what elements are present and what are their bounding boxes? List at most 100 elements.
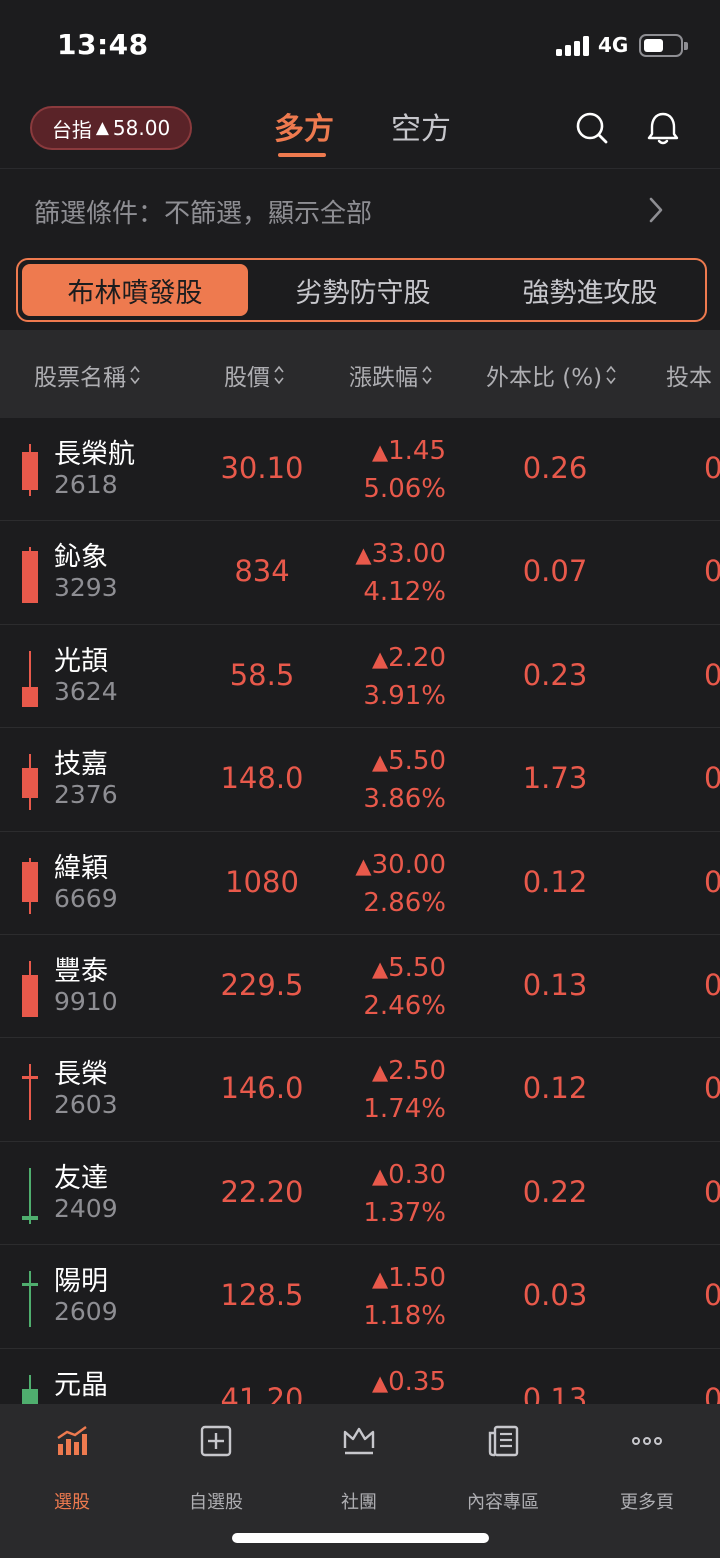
segment-bollinger[interactable]: 布林噴發股 xyxy=(22,264,248,316)
nav-more[interactable]: 更多頁 xyxy=(592,1424,702,1513)
stock-change: ▲0.30 1.37% xyxy=(363,1157,446,1232)
change-percent: 3.86% xyxy=(363,784,446,815)
change-percent: 5.06% xyxy=(363,474,446,504)
stock-name: 技嘉 xyxy=(54,749,108,781)
stock-code: 6669 xyxy=(54,883,118,913)
crown-icon xyxy=(343,1427,375,1455)
stock-code: 9910 xyxy=(54,987,118,1016)
nav-label-watchlist: 自選股 xyxy=(189,1492,243,1513)
index-name: 台指 xyxy=(51,117,92,142)
nav-stock-picker[interactable]: 選股 xyxy=(17,1424,127,1513)
trust-ratio: 0 xyxy=(704,451,720,485)
stock-name: 鈊象 xyxy=(54,542,108,574)
col-price[interactable]: 股價 xyxy=(224,358,285,392)
stock-code: 2603 xyxy=(54,1090,118,1120)
stock-change: ▲2.20 3.91% xyxy=(363,640,446,715)
up-arrow-icon: ▲ xyxy=(371,440,389,464)
foreign-ratio: 0.03 xyxy=(522,1278,588,1313)
nav-label-content: 內容專區 xyxy=(467,1492,539,1513)
sort-icon xyxy=(421,363,433,387)
stock-row[interactable]: 元晶 41.20 ▲0.35 0.13 0 xyxy=(0,1349,720,1404)
col-foreign-ratio[interactable]: 外本比 (%) xyxy=(486,358,617,392)
tab-short[interactable]: 空方 xyxy=(391,104,451,148)
plus-square-icon xyxy=(200,1425,232,1457)
stock-change: ▲5.50 3.86% xyxy=(363,743,446,818)
stock-name: 元晶 xyxy=(54,1369,108,1401)
trust-ratio: 0 xyxy=(704,1174,720,1209)
stock-change: ▲1.45 5.06% xyxy=(363,433,446,508)
stock-change: ▲33.00 4.12% xyxy=(355,536,446,611)
sort-icon xyxy=(273,363,285,387)
stock-change: ▲5.50 2.46% xyxy=(363,950,446,1025)
stock-change: ▲1.50 1.18% xyxy=(363,1260,446,1335)
stock-price: 22.20 xyxy=(220,1174,304,1209)
col-change[interactable]: 漲跌幅 xyxy=(349,358,433,392)
stock-row[interactable]: 友達 2409 22.20 ▲0.30 1.37% 0.22 0 xyxy=(0,1142,720,1246)
nav-watchlist[interactable]: 自選股 xyxy=(161,1424,271,1513)
segment-defensive[interactable]: 劣勢防守股 xyxy=(250,264,476,316)
stock-price: 128.5 xyxy=(220,1278,304,1313)
col-trust-ratio[interactable]: 投本 xyxy=(666,358,712,392)
sort-icon xyxy=(129,363,141,387)
change-amount: 33.00 xyxy=(371,539,446,570)
change-percent: 3.91% xyxy=(363,680,446,711)
app-screen: 13:48 4G 台指 ▲ 58.00 多方 空方 篩選條件：不篩選，顯示全部 xyxy=(0,0,720,1558)
index-up-arrow: ▲ xyxy=(95,118,109,138)
stock-code: 2376 xyxy=(54,780,118,810)
strategy-segment: 布林噴發股 劣勢防守股 強勢進攻股 xyxy=(16,258,707,322)
trust-ratio: 0 xyxy=(704,968,720,1002)
trust-ratio: 0 xyxy=(704,761,720,796)
trust-ratio: 0 xyxy=(704,864,720,899)
index-badge[interactable]: 台指 ▲ 58.00 xyxy=(30,106,192,150)
search-icon[interactable] xyxy=(572,108,612,148)
col-stock-name[interactable]: 股票名稱 xyxy=(34,358,141,392)
foreign-ratio: 0.13 xyxy=(522,1381,588,1404)
change-amount: 2.50 xyxy=(388,1056,446,1087)
stock-code: 2609 xyxy=(54,1297,118,1327)
tab-long[interactable]: 多方 xyxy=(274,104,334,148)
stock-name: 長榮航 xyxy=(54,439,135,470)
stock-price: 30.10 xyxy=(220,451,304,485)
bell-icon[interactable] xyxy=(643,108,683,148)
segment-aggressive[interactable]: 強勢進攻股 xyxy=(477,264,703,316)
up-arrow-icon: ▲ xyxy=(371,750,389,775)
stock-name: 緯穎 xyxy=(54,852,108,884)
nav-content[interactable]: 內容專區 xyxy=(448,1424,558,1513)
nav-community[interactable]: 社團 xyxy=(304,1424,414,1513)
up-arrow-icon: ▲ xyxy=(371,1163,389,1188)
more-dots-icon xyxy=(632,1437,662,1445)
stock-row[interactable]: 緯穎 6669 1080 ▲30.00 2.86% 0.12 0 xyxy=(0,832,720,935)
up-arrow-icon: ▲ xyxy=(355,543,372,568)
stock-name: 陽明 xyxy=(54,1266,108,1298)
filter-row[interactable]: 篩選條件：不篩選，顯示全部 xyxy=(0,168,720,250)
stock-row[interactable]: 豐泰 9910 229.5 ▲5.50 2.46% 0.13 0 xyxy=(0,935,720,1039)
stock-code: 3293 xyxy=(54,573,118,603)
change-amount: 0.30 xyxy=(388,1159,446,1190)
signal-icon xyxy=(556,36,590,56)
change-amount: 5.50 xyxy=(388,953,446,983)
stock-row[interactable]: 長榮航 2618 30.10 ▲1.45 5.06% 0.26 0 xyxy=(0,418,720,522)
stock-name: 友達 xyxy=(54,1162,108,1194)
network-type: 4G xyxy=(598,33,629,57)
top-header: 台指 ▲ 58.00 多方 空方 xyxy=(0,92,720,168)
up-arrow-icon: ▲ xyxy=(371,1370,389,1395)
stock-row[interactable]: 長榮 2603 146.0 ▲2.50 1.74% 0.12 0 xyxy=(0,1038,720,1142)
change-percent: 1.18% xyxy=(363,1301,446,1332)
index-value: 58.00 xyxy=(112,116,171,140)
stock-change: ▲0.35 xyxy=(372,1364,446,1402)
stock-name: 長榮 xyxy=(54,1059,108,1091)
stock-row[interactable]: 技嘉 2376 148.0 ▲5.50 3.86% 1.73 0 xyxy=(0,728,720,832)
newspaper-icon xyxy=(488,1425,519,1457)
nav-label-more: 更多頁 xyxy=(620,1492,674,1513)
change-amount: 0.35 xyxy=(388,1366,446,1397)
stock-price: 148.0 xyxy=(220,761,304,796)
stock-list: 長榮航 2618 30.10 ▲1.45 5.06% 0.26 0 鈊象 3293 834 ▲33.… xyxy=(0,418,720,1404)
stock-row[interactable]: 鈊象 3293 834 ▲33.00 4.12% 0.07 0 xyxy=(0,521,720,625)
foreign-ratio: 0.23 xyxy=(522,657,588,692)
table-header: 股票名稱 股價 漲跌幅 外本比 (%) 投本 xyxy=(0,330,720,418)
stock-row[interactable]: 陽明 2609 128.5 ▲1.50 1.18% 0.03 0 xyxy=(0,1245,720,1349)
stock-row[interactable]: 光頡 3624 58.5 ▲2.20 3.91% 0.23 0 xyxy=(0,625,720,729)
stock-price: 146.0 xyxy=(220,1071,304,1106)
stock-name: 豐泰 xyxy=(54,956,108,987)
trust-ratio: 0 xyxy=(704,657,720,692)
